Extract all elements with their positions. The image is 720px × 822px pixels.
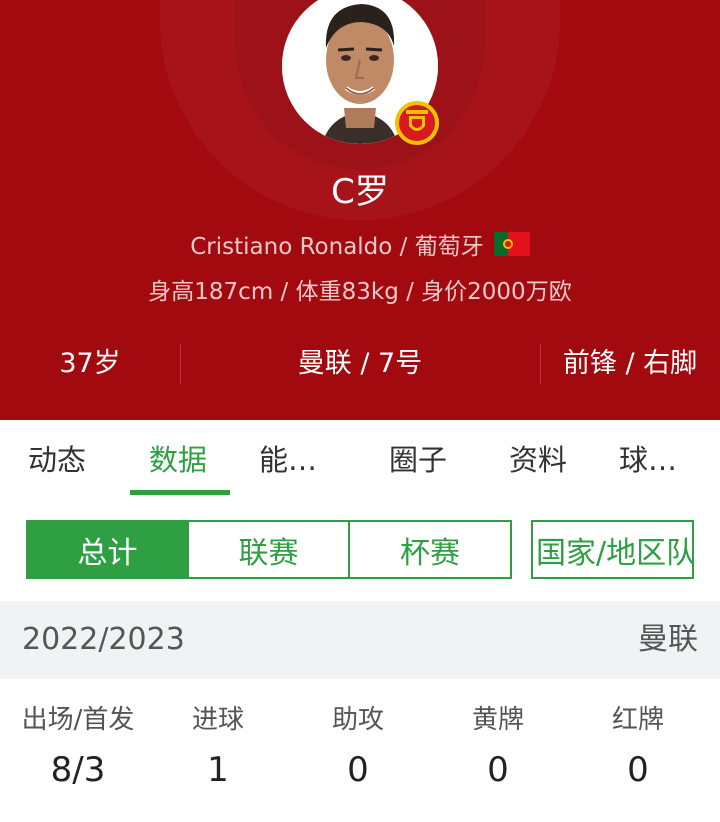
player-name: C罗 [331, 172, 389, 212]
tab-circle[interactable]: 圈子 [389, 438, 447, 482]
stat-goals: 进球 1 [148, 700, 288, 796]
stat-appearances: 出场/首发 8/3 [8, 700, 148, 796]
segment-cup[interactable]: 杯赛 [348, 520, 512, 579]
stat-value: 0 [347, 750, 369, 790]
tab-data[interactable]: 数据 [149, 438, 207, 482]
segment-league[interactable]: 联赛 [187, 520, 350, 579]
season-year: 2022/2023 [22, 622, 185, 657]
player-info: 身高187cm / 体重83kg / 身价2000万欧 [148, 279, 572, 305]
tab-profile[interactable]: 资料 [509, 438, 567, 482]
tab-dynamics[interactable]: 动态 [28, 438, 86, 482]
player-position-foot: 前锋 / 右脚 [562, 348, 698, 379]
stat-value: 0 [627, 750, 649, 790]
stat-label: 进球 [191, 705, 244, 735]
stat-value: 8/3 [50, 750, 106, 790]
stat-label: 出场/首发 [21, 705, 135, 735]
segment-national-team[interactable]: 国家/地区队 [531, 520, 694, 579]
tab-club[interactable]: 球… [619, 438, 677, 482]
manchester-united-badge-icon [394, 100, 440, 146]
player-header: C罗 Cristiano Ronaldo / 葡萄牙 身高187cm / 体重8… [0, 0, 720, 420]
player-club-number: 曼联 / 7号 [297, 348, 423, 379]
stat-red-cards: 红牌 0 [568, 700, 708, 796]
stat-label: 黄牌 [471, 705, 524, 735]
tab-ability[interactable]: 能… [259, 438, 317, 482]
stat-value: 0 [487, 750, 509, 790]
season-club: 曼联 [638, 622, 698, 657]
stat-label: 助攻 [331, 705, 384, 735]
stat-assists: 助攻 0 [288, 700, 428, 796]
stat-label: 红牌 [611, 705, 664, 735]
season-header: 2022/2023 曼联 [0, 601, 720, 679]
segment-total[interactable]: 总计 [26, 520, 189, 579]
active-tab-indicator [130, 490, 230, 495]
tab-bar: 动态 数据 能… 圈子 资料 球… [0, 420, 720, 500]
player-subtitle-row: Cristiano Ronaldo / 葡萄牙 [0, 228, 720, 260]
portugal-flag-icon [493, 232, 530, 256]
player-subtitle: Cristiano Ronaldo / 葡萄牙 [190, 234, 484, 260]
header-stat-row: 37岁 曼联 / 7号 前锋 / 右脚 [0, 340, 720, 388]
player-age: 37岁 [59, 348, 121, 379]
stat-yellow-cards: 黄牌 0 [428, 700, 568, 796]
stat-value: 1 [207, 750, 229, 790]
